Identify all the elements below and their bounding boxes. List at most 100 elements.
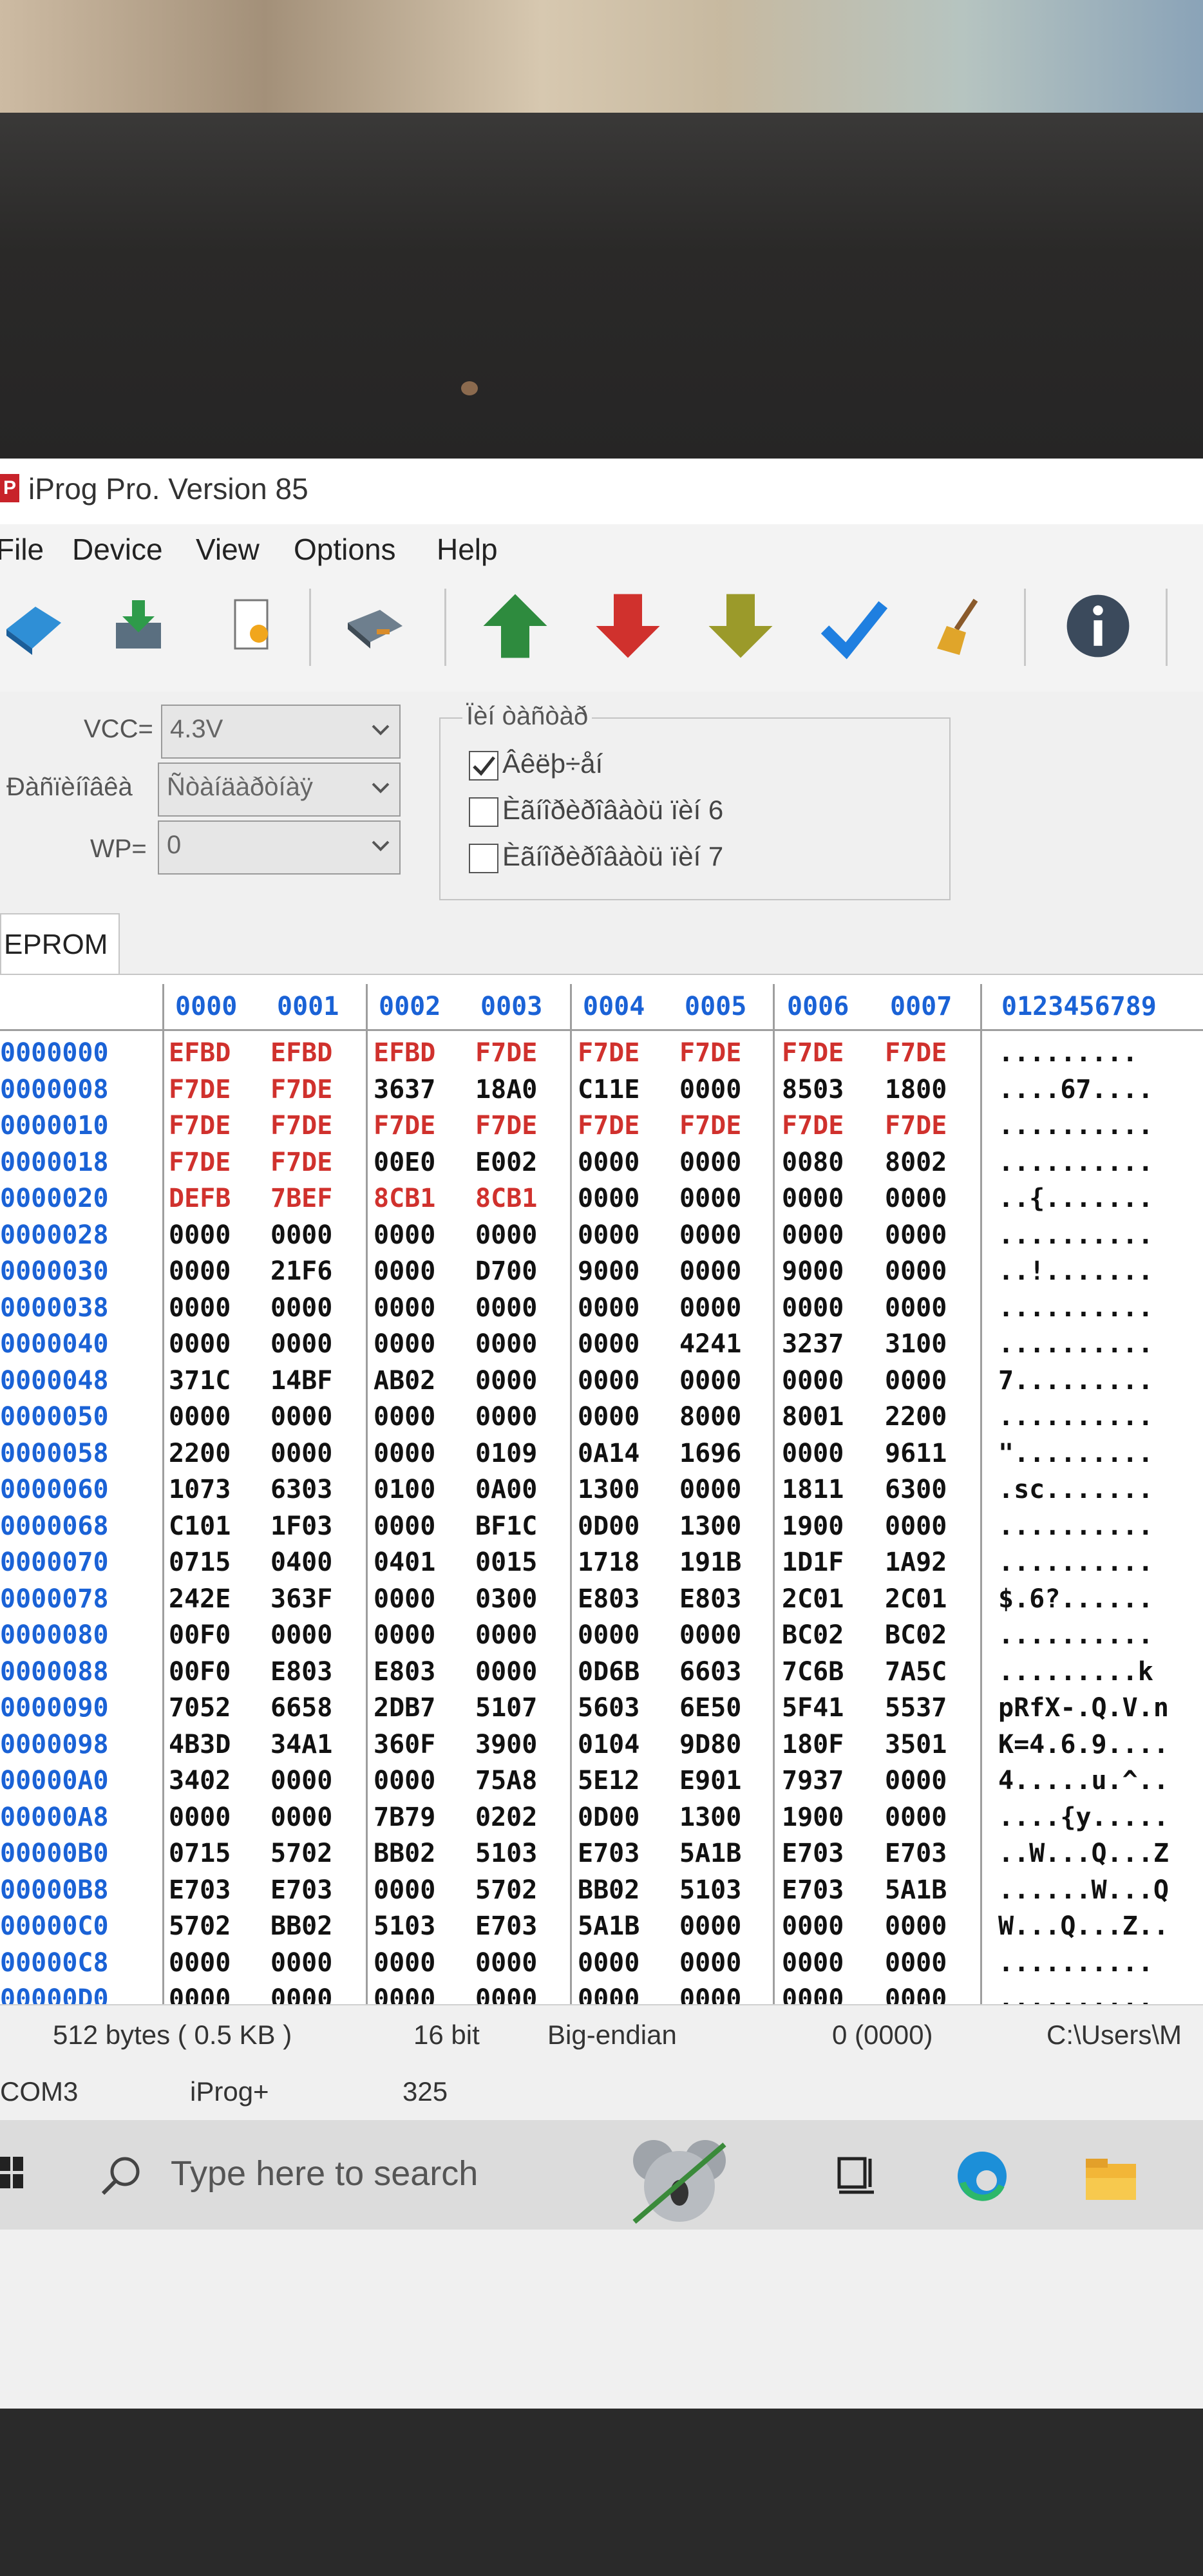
hex-cell[interactable]: 4B3D xyxy=(169,1730,231,1759)
hex-cell[interactable]: 0000 xyxy=(885,1984,947,2005)
hex-cell[interactable]: 1300 xyxy=(679,1511,741,1541)
hex-row[interactable]: 0000098 4B3D 34A1 360F 3900 0104 9D80 180F 3501 K… xyxy=(0,1730,1203,1767)
hex-cell[interactable]: 0000 xyxy=(374,1620,435,1650)
hex-cell[interactable]: 4241 xyxy=(679,1329,741,1359)
search-input[interactable]: Type here to search xyxy=(171,2154,478,2193)
hex-cell[interactable]: 6658 xyxy=(270,1693,332,1723)
hex-cell[interactable]: 75A8 xyxy=(475,1766,537,1795)
ascii-cell[interactable]: ......W...Q xyxy=(998,1875,1169,1905)
hex-cell[interactable]: 0000 xyxy=(679,1075,741,1104)
hex-row[interactable]: 00000A8 0000 0000 7B79 0202 0D00 1300 1900 0000.… xyxy=(0,1803,1203,1840)
ignore-pin6-checkbox[interactable] xyxy=(469,797,498,827)
hex-row[interactable]: 0000028 0000 0000 0000 0000 0000 0000 0000 0000.… xyxy=(0,1220,1203,1258)
hex-cell[interactable]: F7DE xyxy=(679,1038,741,1068)
hex-cell[interactable]: E803 xyxy=(679,1584,741,1614)
hex-cell[interactable]: 5702 xyxy=(169,1911,231,1941)
hex-row[interactable]: 00000B0 0715 5702 BB02 5103 E703 5A1B E703 E703.… xyxy=(0,1839,1203,1876)
hex-cell[interactable]: 8000 xyxy=(679,1402,741,1432)
hex-cell[interactable]: E703 xyxy=(885,1839,947,1868)
write-button[interactable] xyxy=(589,587,667,665)
hex-cell[interactable]: 0000 xyxy=(374,1402,435,1432)
hex-cell[interactable]: 1D1F xyxy=(782,1548,844,1577)
hex-row[interactable]: 0000070 0715 0400 0401 0015 1718 191B 1D1F 1A92.… xyxy=(0,1548,1203,1585)
hex-cell[interactable]: 21F6 xyxy=(270,1256,332,1286)
hex-cell[interactable]: 0000 xyxy=(679,1948,741,1978)
hex-row[interactable]: 0000060 1073 6303 0100 0A00 1300 0000 1811 6300.… xyxy=(0,1475,1203,1512)
hex-cell[interactable]: F7DE xyxy=(169,1111,231,1141)
file-explorer-icon[interactable] xyxy=(1082,2152,1140,2204)
hex-cell[interactable]: 0000 xyxy=(885,1256,947,1286)
hex-cell[interactable]: 1073 xyxy=(169,1475,231,1504)
erase-button[interactable] xyxy=(921,587,998,665)
hex-cell[interactable]: E002 xyxy=(475,1148,537,1177)
hex-cell[interactable]: 1A92 xyxy=(885,1548,947,1577)
ascii-cell[interactable]: K=4.6.9.... xyxy=(998,1730,1169,1759)
menu-device[interactable]: Device xyxy=(72,532,163,567)
wp-select[interactable]: 0 xyxy=(158,820,401,875)
hex-cell[interactable]: 9000 xyxy=(578,1256,639,1286)
hex-cell[interactable]: 0000 xyxy=(578,1948,639,1978)
hex-cell[interactable]: 0000 xyxy=(679,1184,741,1213)
hex-cell[interactable]: 0000 xyxy=(782,1366,844,1396)
hex-row[interactable]: 0000020 DEFB 7BEF 8CB1 8CB1 0000 0000 0000 0000.… xyxy=(0,1184,1203,1221)
hex-row[interactable]: 0000090 7052 6658 2DB7 5107 5603 6E50 5F41 5537 p… xyxy=(0,1693,1203,1730)
hex-row[interactable]: 0000030 0000 21F6 0000 D700 9000 0000 9000 0000.… xyxy=(0,1256,1203,1294)
hex-cell[interactable]: 0000 xyxy=(679,1293,741,1323)
hex-cell[interactable]: 0000 xyxy=(270,1329,332,1359)
hex-cell[interactable]: 5103 xyxy=(679,1875,741,1905)
new-file-button[interactable] xyxy=(213,587,290,665)
hex-cell[interactable]: F7DE xyxy=(169,1075,231,1104)
hex-cell[interactable]: 0000 xyxy=(885,1220,947,1250)
hex-cell[interactable]: 8002 xyxy=(885,1148,947,1177)
hex-cell[interactable]: 0000 xyxy=(782,1439,844,1468)
hex-cell[interactable]: 0000 xyxy=(374,1984,435,2005)
open-button[interactable] xyxy=(0,587,71,665)
hex-cell[interactable]: 0000 xyxy=(782,1184,844,1213)
hex-cell[interactable]: 0000 xyxy=(270,1803,332,1832)
menu-help[interactable]: Help xyxy=(437,532,498,567)
hex-cell[interactable]: 2C01 xyxy=(885,1584,947,1614)
pinout-select[interactable]: Ñòàíäàðòíàÿ xyxy=(158,762,401,817)
hex-cell[interactable]: 6E50 xyxy=(679,1693,741,1723)
save-button[interactable] xyxy=(100,587,177,665)
hex-cell[interactable]: 0000 xyxy=(578,1329,639,1359)
hex-cell[interactable]: 0000 xyxy=(475,1293,537,1323)
hex-cell[interactable]: 8503 xyxy=(782,1075,844,1104)
hex-cell[interactable]: 180F xyxy=(782,1730,844,1759)
hex-cell[interactable]: 8CB1 xyxy=(475,1184,537,1213)
hex-cell[interactable]: 00F0 xyxy=(169,1657,231,1687)
hex-cell[interactable]: 0100 xyxy=(374,1475,435,1504)
hex-row[interactable]: 0000008 F7DE F7DE 3637 18A0 C11E 0000 8503 1800.… xyxy=(0,1075,1203,1112)
edge-browser-icon[interactable] xyxy=(953,2147,1011,2205)
hex-cell[interactable]: 0000 xyxy=(169,1293,231,1323)
hex-cell[interactable]: 0000 xyxy=(270,1293,332,1323)
hex-row[interactable]: 0000040 0000 0000 0000 0000 0000 4241 3237 3100.… xyxy=(0,1329,1203,1367)
hex-cell[interactable]: 5103 xyxy=(374,1911,435,1941)
hex-cell[interactable]: 0000 xyxy=(578,1220,639,1250)
menu-file[interactable]: File xyxy=(0,532,44,567)
hex-cell[interactable]: 0000 xyxy=(475,1620,537,1650)
read-button[interactable] xyxy=(477,587,554,665)
hex-cell[interactable]: 0000 xyxy=(679,1148,741,1177)
hex-cell[interactable]: 0015 xyxy=(475,1548,537,1577)
hex-cell[interactable]: 0202 xyxy=(475,1803,537,1832)
hex-row[interactable]: 00000B8 E703 E703 0000 5702 BB02 5103 E703 5A1B.… xyxy=(0,1875,1203,1913)
hex-cell[interactable]: 5107 xyxy=(475,1693,537,1723)
hex-cell[interactable]: 1800 xyxy=(885,1075,947,1104)
hex-cell[interactable]: F7DE xyxy=(270,1148,332,1177)
hex-cell[interactable]: 0000 xyxy=(374,1948,435,1978)
hex-cell[interactable]: 0000 xyxy=(374,1329,435,1359)
hex-cell[interactable]: 0000 xyxy=(169,1402,231,1432)
ascii-cell[interactable]: .......... xyxy=(998,1220,1153,1250)
hex-cell[interactable]: 0000 xyxy=(578,1620,639,1650)
ascii-cell[interactable]: pRfX-.Q.V.n xyxy=(998,1693,1169,1723)
menu-options[interactable]: Options xyxy=(294,532,396,567)
hex-cell[interactable]: 0000 xyxy=(169,1329,231,1359)
hex-cell[interactable]: 1696 xyxy=(679,1439,741,1468)
hex-cell[interactable]: 5702 xyxy=(270,1839,332,1868)
hex-cell[interactable]: 0000 xyxy=(270,1620,332,1650)
hex-editor[interactable]: 0000 0001 0002 0003 0004 0005 0006 0007 … xyxy=(0,974,1203,2005)
hex-cell[interactable]: EFBD xyxy=(374,1038,435,1068)
hex-row[interactable]: 00000C8 0000 0000 0000 0000 0000 0000 0000 0000.… xyxy=(0,1948,1203,1985)
hex-cell[interactable]: 371C xyxy=(169,1366,231,1396)
